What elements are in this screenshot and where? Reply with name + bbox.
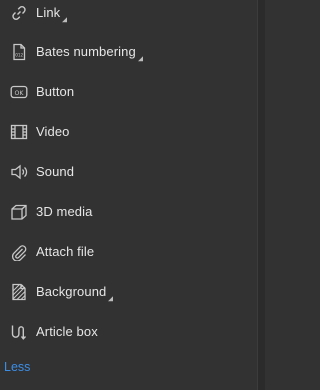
speaker-icon xyxy=(10,163,28,181)
menu-item-background[interactable]: Background xyxy=(0,274,250,310)
menu-item-3d-media-label: 3D media xyxy=(36,204,93,220)
paperclip-icon xyxy=(10,243,28,261)
menu-item-button-label: Button xyxy=(36,84,75,100)
menu-item-bates-numbering-label: Bates numbering xyxy=(36,44,136,60)
background-icon xyxy=(10,283,28,301)
menu-item-background-label: Background xyxy=(36,284,107,300)
panel-scroll-edge xyxy=(257,0,265,390)
menu-item-bates-numbering[interactable]: 012 Bates numbering xyxy=(0,34,250,70)
link-icon xyxy=(10,4,28,22)
menu-item-attach-file-label: Attach file xyxy=(36,244,95,260)
menu-item-video[interactable]: Video xyxy=(0,114,250,150)
menu-item-link-label: Link xyxy=(36,5,61,21)
menu-item-3d-media[interactable]: 3D media xyxy=(0,194,250,230)
cube-icon xyxy=(10,203,28,221)
article-box-icon xyxy=(10,323,28,341)
bates-numbering-icon: 012 xyxy=(10,43,28,61)
submenu-arrow-icon xyxy=(108,296,114,302)
menu-item-sound[interactable]: Sound xyxy=(0,154,250,190)
tools-menu-panel: Link 012 Bates numbering OK Button Video… xyxy=(0,0,265,390)
submenu-arrow-icon xyxy=(137,56,143,62)
menu-item-video-label: Video xyxy=(36,124,70,140)
submenu-arrow-icon xyxy=(62,17,68,23)
menu-item-button[interactable]: OK Button xyxy=(0,74,250,110)
ok-button-icon: OK xyxy=(10,83,28,101)
menu-item-article-box[interactable]: Article box xyxy=(0,314,250,350)
less-link[interactable]: Less xyxy=(4,360,30,374)
menu-item-attach-file[interactable]: Attach file xyxy=(0,234,250,270)
film-icon xyxy=(10,123,28,141)
svg-text:012: 012 xyxy=(15,53,23,58)
svg-text:OK: OK xyxy=(15,90,25,97)
menu-item-link[interactable]: Link xyxy=(0,0,250,31)
menu-item-sound-label: Sound xyxy=(36,164,75,180)
menu-item-article-box-label: Article box xyxy=(36,324,98,340)
